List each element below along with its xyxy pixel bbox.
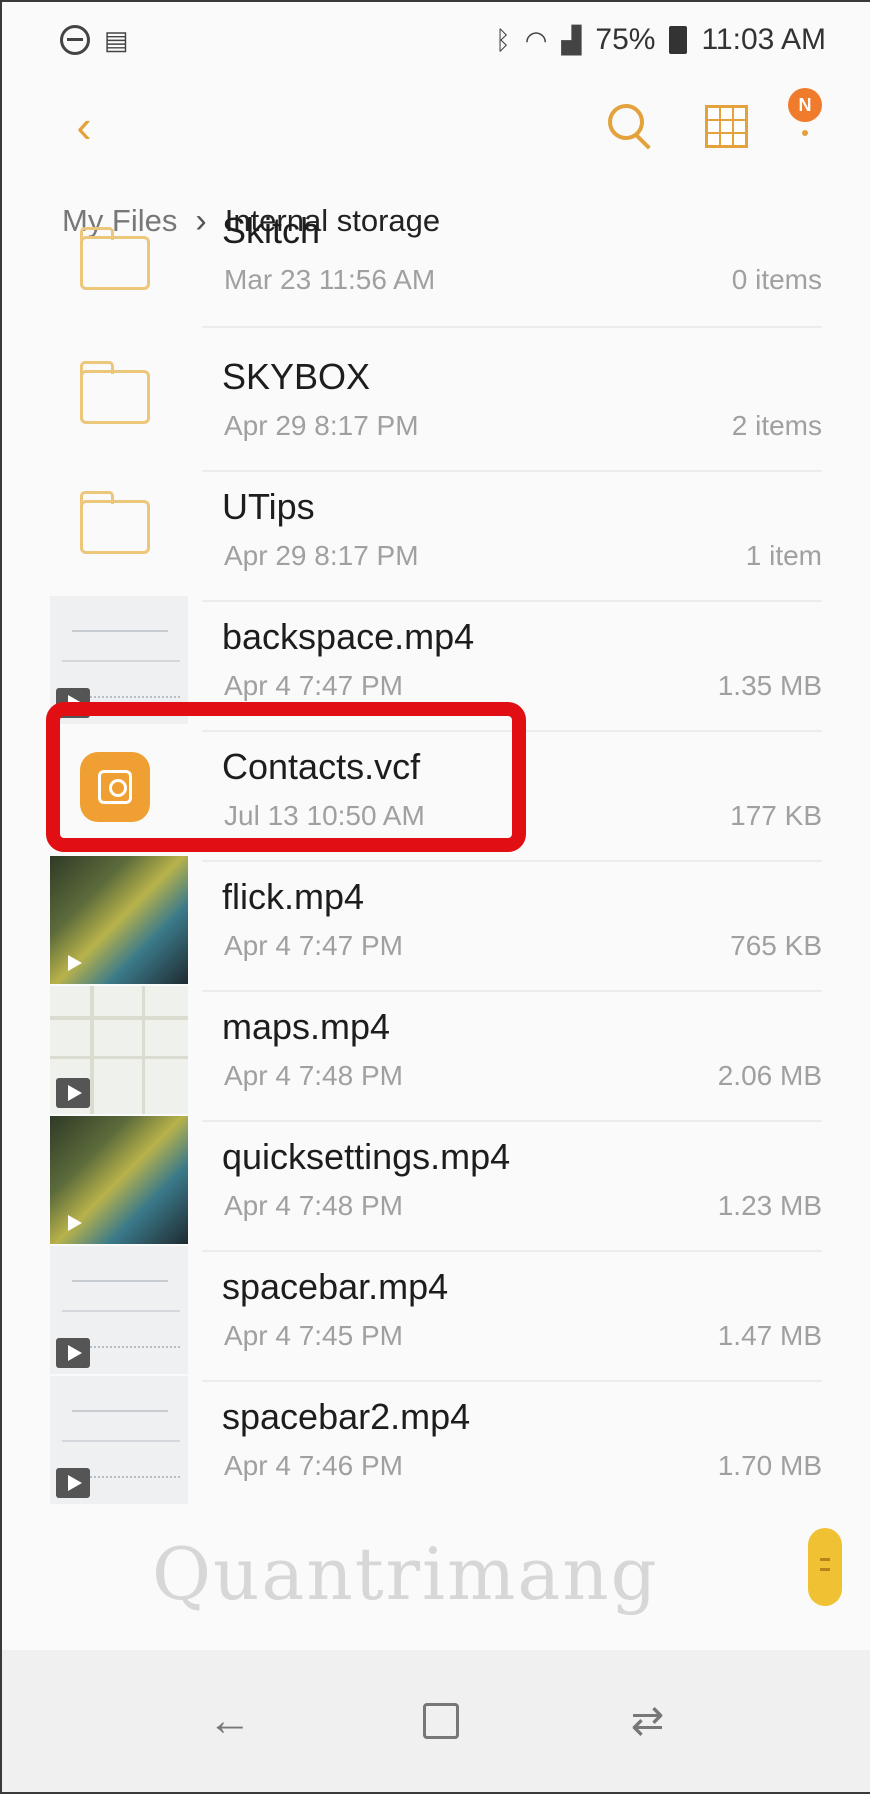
file-name: backspace.mp4	[222, 616, 475, 657]
clock: 11:03 AM	[701, 23, 826, 56]
back-button[interactable]: ‹	[54, 96, 114, 156]
nav-back-icon[interactable]: ←	[208, 1696, 252, 1746]
video-thumbnail	[50, 1246, 188, 1374]
play-icon	[56, 1208, 90, 1238]
file-name: Skitch	[222, 210, 321, 251]
file-name: flick.mp4	[222, 876, 365, 917]
folder-icon	[80, 361, 150, 424]
highlight-box	[46, 702, 526, 852]
folder-icon	[80, 491, 150, 554]
file-name: SKYBOX	[222, 356, 371, 397]
video-thumbnail	[50, 1376, 188, 1504]
wifi-icon: ◠	[524, 24, 548, 55]
app-bar: ‹ N	[2, 78, 870, 178]
file-meta: 1 item	[745, 540, 822, 571]
status-bar: ▤ ᛒ ◠ ▟ 75% 11:03 AM	[2, 2, 870, 78]
list-item-maps[interactable]: maps.mp4 Apr 4 7:48 PM 2.06 MB	[2, 978, 870, 1122]
list-item-spacebar[interactable]: spacebar.mp4 Apr 4 7:45 PM 1.47 MB	[2, 1238, 870, 1382]
folder-icon	[80, 227, 150, 290]
bluetooth-icon: ᛒ	[495, 24, 511, 55]
file-meta: 2.06 MB	[717, 1060, 822, 1091]
list-item-quicksettings[interactable]: quicksettings.mp4 Apr 4 7:48 PM 1.23 MB	[2, 1108, 870, 1252]
file-date: Apr 4 7:46 PM	[224, 1450, 403, 1481]
file-meta: 2 items	[731, 410, 822, 441]
nav-recents-icon[interactable]: ⇄	[631, 1698, 665, 1744]
file-date: Apr 4 7:48 PM	[224, 1190, 403, 1221]
play-icon	[56, 1468, 90, 1498]
view-toggle-button[interactable]	[696, 96, 756, 156]
file-meta: 1.70 MB	[717, 1450, 822, 1481]
phone-screen: ▤ ᛒ ◠ ▟ 75% 11:03 AM ‹ N My Files › Inte…	[0, 0, 870, 1794]
signal-icon: ▟	[561, 24, 582, 55]
file-meta: 1.47 MB	[717, 1320, 822, 1351]
nav-home-icon[interactable]	[423, 1703, 460, 1739]
list-item-skybox[interactable]: SKYBOX Apr 29 8:17 PM 2 items	[2, 328, 870, 472]
file-name: spacebar.mp4	[222, 1266, 449, 1307]
battery-percent: 75%	[595, 23, 656, 56]
file-date: Apr 29 8:17 PM	[224, 410, 419, 441]
do-not-disturb-icon	[60, 25, 90, 55]
file-meta: 0 items	[731, 264, 822, 295]
file-date: Mar 23 11:56 AM	[224, 264, 436, 295]
file-name: spacebar2.mp4	[222, 1396, 471, 1437]
storage-icon: ▤	[104, 24, 129, 55]
file-meta: 177 KB	[730, 800, 822, 831]
chevron-left-icon: ‹	[76, 100, 92, 152]
play-icon	[56, 1338, 90, 1368]
list-item-spacebar2[interactable]: spacebar2.mp4 Apr 4 7:46 PM 1.70 MB	[2, 1368, 870, 1512]
navigation-bar: ← ⇄	[2, 1650, 870, 1792]
file-name: UTips	[222, 486, 315, 527]
play-icon	[56, 948, 90, 978]
list-item-flick[interactable]: flick.mp4 Apr 4 7:47 PM 765 KB	[2, 848, 870, 992]
grid-icon	[704, 104, 748, 148]
file-date: Apr 4 7:47 PM	[224, 670, 403, 701]
video-thumbnail	[50, 856, 188, 984]
more-dots-icon	[802, 130, 808, 136]
file-date: Apr 4 7:47 PM	[224, 930, 403, 961]
list-item-utips[interactable]: UTips Apr 29 8:17 PM 1 item	[2, 458, 870, 602]
play-icon	[56, 1078, 90, 1108]
search-button[interactable]	[598, 94, 662, 158]
fast-scroll-handle[interactable]	[808, 1528, 842, 1606]
file-date: Apr 4 7:48 PM	[224, 1060, 403, 1091]
file-name: quicksettings.mp4	[222, 1136, 511, 1177]
video-thumbnail	[50, 1116, 188, 1244]
notification-badge: N	[788, 88, 822, 122]
file-date: Apr 29 8:17 PM	[224, 540, 419, 571]
watermark: Quantrimang	[152, 1532, 659, 1616]
file-date: Apr 4 7:45 PM	[224, 1320, 403, 1351]
file-meta: 1.35 MB	[717, 670, 822, 701]
file-name: maps.mp4	[222, 1006, 391, 1047]
file-meta: 1.23 MB	[717, 1190, 822, 1221]
battery-icon	[669, 26, 688, 54]
video-thumbnail	[50, 986, 188, 1114]
file-meta: 765 KB	[730, 930, 822, 961]
more-options-button[interactable]: N	[778, 84, 838, 164]
